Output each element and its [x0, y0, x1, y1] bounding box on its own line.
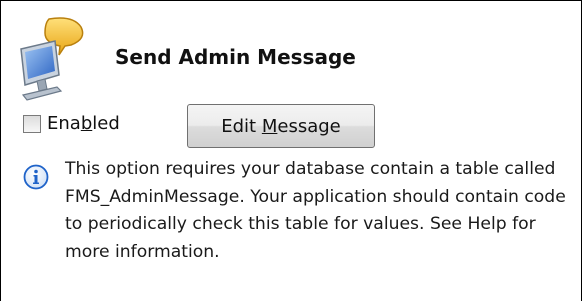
panel-header: Send Admin Message [15, 15, 575, 101]
page-title: Send Admin Message [115, 45, 356, 69]
info-text: This option requires your database conta… [65, 159, 566, 262]
edit-label-mnemonic: M [261, 115, 278, 137]
enabled-label-mnemonic: b [80, 113, 93, 134]
edit-label-pre: Edit [221, 115, 262, 137]
edit-message-button[interactable]: Edit Message [187, 104, 375, 148]
edit-label-post: essage [277, 115, 341, 137]
enabled-label-pre: Ena [47, 113, 81, 134]
enabled-label-post: led [92, 113, 120, 134]
send-admin-message-panel: Send Admin Message Enabled Edit Message … [0, 0, 582, 301]
enabled-checkbox-control[interactable]: Enabled [23, 113, 120, 134]
enabled-checkbox[interactable] [23, 114, 41, 133]
enabled-checkbox-label[interactable]: Enabled [47, 113, 120, 134]
controls-row: Enabled Edit Message [23, 104, 563, 148]
info-icon [23, 164, 49, 190]
info-section: This option requires your database conta… [23, 156, 575, 296]
monitor-speech-bubble-icon [20, 17, 84, 101]
